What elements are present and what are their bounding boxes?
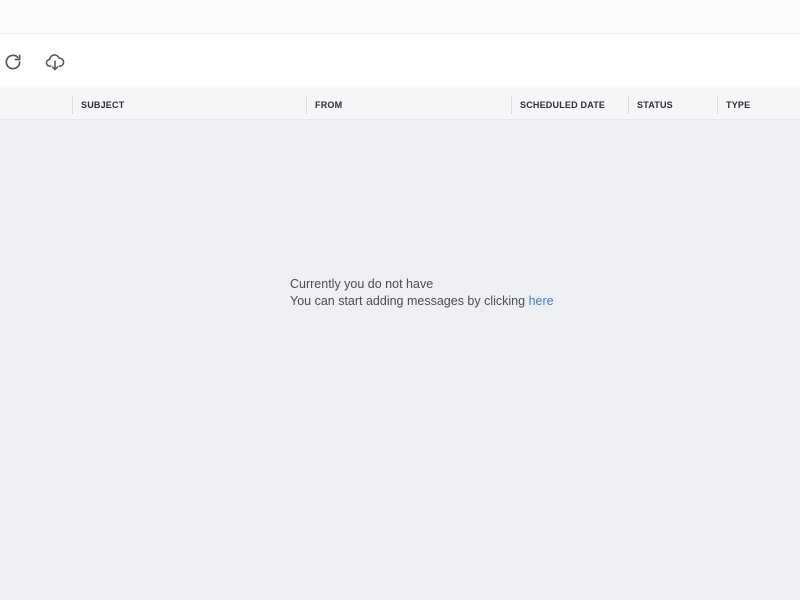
refresh-icon[interactable] [1, 50, 25, 74]
empty-state-line-2: You can start adding messages by clickin… [290, 293, 554, 310]
table-header: SUBJECT FROM SCHEDULED DATE STATUS TYPE [0, 90, 800, 120]
toolbar [0, 34, 800, 90]
column-header-status[interactable]: STATUS [628, 96, 673, 114]
empty-state: Currently you do not have You can start … [290, 276, 554, 310]
column-header-from[interactable]: FROM [306, 96, 342, 114]
add-message-link[interactable]: here [529, 294, 554, 308]
column-header-subject[interactable]: SUBJECT [72, 96, 124, 114]
empty-state-text: You can start adding messages by clickin… [290, 294, 529, 308]
column-header-type[interactable]: TYPE [717, 96, 750, 114]
empty-state-line-1: Currently you do not have [290, 277, 434, 291]
top-bar [0, 0, 800, 34]
messages-content-area: Currently you do not have You can start … [0, 120, 800, 600]
column-header-scheduled-date[interactable]: SCHEDULED DATE [511, 96, 605, 114]
cloud-download-icon[interactable] [43, 50, 67, 74]
